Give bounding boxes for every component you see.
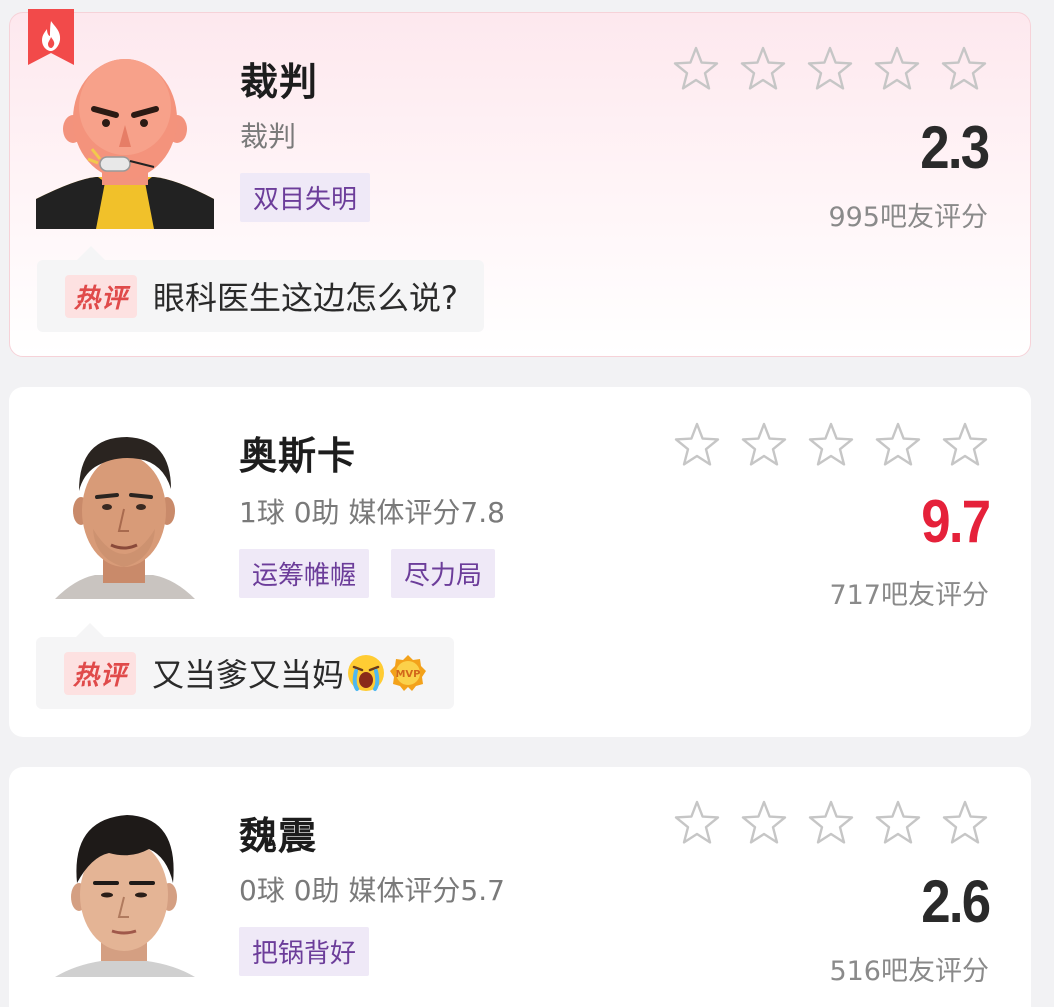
hot-comment-text: 又当爹又当妈 — [152, 656, 345, 694]
star-outline-icon[interactable] — [807, 799, 855, 847]
hot-comment-label: 热评 — [64, 651, 137, 695]
player-name: 裁判 — [240, 60, 319, 104]
tag-list: 双目失明 — [240, 173, 371, 222]
player-card-weizhen[interactable]: 魏震 0球 0助 媒体评分5.7 把锅背好 2.6 516吧友评分 — [9, 767, 1031, 1007]
avatar — [35, 419, 213, 599]
player-name: 魏震 — [239, 814, 318, 858]
star-outline-icon[interactable] — [740, 799, 788, 847]
mvp-badge-icon: MVP — [390, 655, 427, 691]
hot-comment[interactable]: 热评 又当爹又当妈 MVP — [36, 623, 455, 709]
avatar — [36, 49, 214, 229]
rating-count: 516吧友评分 — [829, 956, 989, 987]
tag-list: 把锅背好 — [239, 927, 370, 976]
star-outline-icon[interactable] — [941, 421, 989, 469]
star-outline-icon[interactable] — [740, 421, 788, 469]
tag[interactable]: 尽力局 — [391, 549, 496, 598]
tag-list: 运筹帷幄 尽力局 — [239, 549, 496, 598]
player-subtitle: 1球 0助 媒体评分7.8 — [239, 496, 505, 529]
rating-count: 717吧友评分 — [829, 580, 989, 611]
star-outline-icon[interactable] — [806, 45, 854, 93]
hot-comment-label: 热评 — [65, 274, 138, 318]
star-outline-icon[interactable] — [874, 799, 922, 847]
hot-comment-text: 眼科医生这边怎么说? — [153, 279, 459, 317]
star-rating[interactable] — [673, 799, 989, 847]
average-score: 9.7 — [920, 488, 991, 555]
star-rating[interactable] — [672, 45, 988, 93]
avatar — [35, 797, 213, 977]
star-outline-icon[interactable] — [673, 421, 721, 469]
star-outline-icon[interactable] — [739, 45, 787, 93]
star-outline-icon[interactable] — [940, 45, 988, 93]
average-score: 2.3 — [919, 114, 990, 181]
tag[interactable]: 双目失明 — [240, 173, 371, 222]
star-outline-icon[interactable] — [673, 799, 721, 847]
star-outline-icon[interactable] — [873, 45, 921, 93]
star-outline-icon[interactable] — [941, 799, 989, 847]
player-subtitle: 0球 0助 媒体评分5.7 — [239, 874, 505, 907]
tag[interactable]: 运筹帷幄 — [239, 549, 370, 598]
average-score: 2.6 — [920, 868, 991, 935]
star-rating[interactable] — [673, 421, 989, 469]
star-outline-icon[interactable] — [807, 421, 855, 469]
player-name: 奥斯卡 — [239, 434, 357, 478]
player-card-oscar[interactable]: 奥斯卡 1球 0助 媒体评分7.8 运筹帷幄 尽力局 9.7 717吧友评分 热… — [9, 387, 1031, 737]
player-subtitle: 裁判 — [240, 120, 297, 153]
svg-text:MVP: MVP — [396, 669, 421, 680]
crying-face-icon — [348, 655, 385, 691]
hot-comment[interactable]: 热评 眼科医生这边怎么说? — [37, 246, 485, 332]
rating-count: 995吧友评分 — [828, 202, 988, 233]
star-outline-icon[interactable] — [672, 45, 720, 93]
tag[interactable]: 把锅背好 — [239, 927, 370, 976]
player-card-referee[interactable]: 裁判 裁判 双目失明 2.3 995吧友评分 热评 眼科医生这边怎么说? — [9, 9, 1031, 357]
star-outline-icon[interactable] — [874, 421, 922, 469]
